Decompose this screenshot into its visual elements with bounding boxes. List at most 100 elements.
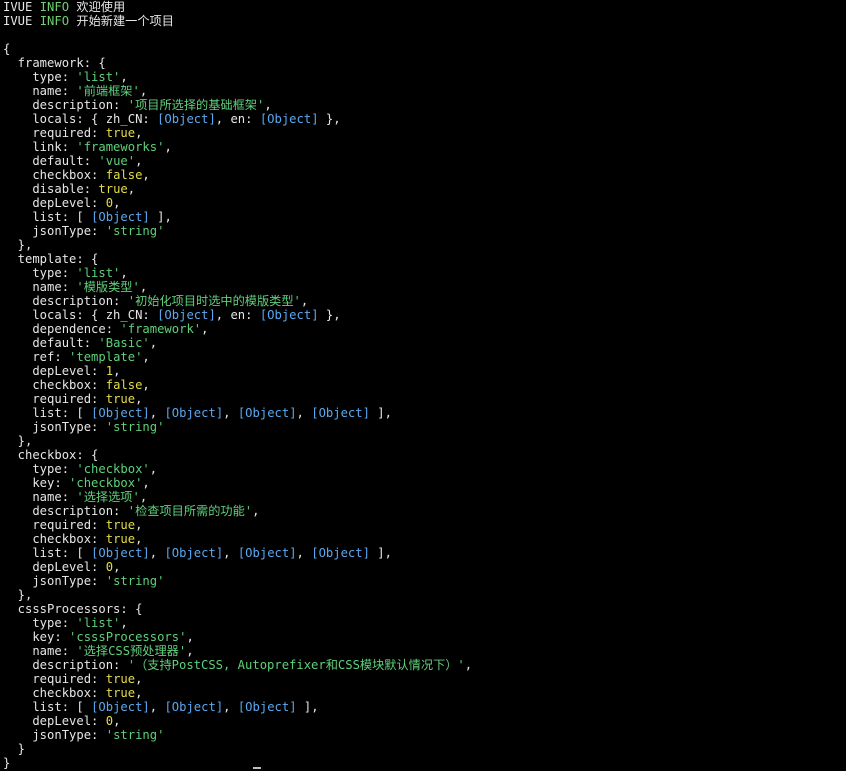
terminal-token: ,: [464, 658, 473, 672]
terminal-token: true: [105, 532, 136, 546]
terminal-token: [Object]: [164, 406, 224, 420]
terminal-token: ,: [142, 378, 150, 392]
terminal-token: [Object]: [237, 546, 297, 560]
terminal-token: ,: [300, 294, 309, 308]
terminal-token: '选择CSS预处理器': [76, 644, 187, 658]
terminal-token: description:: [3, 98, 128, 112]
terminal-line: disable: true,: [3, 182, 846, 196]
terminal-line: key: 'checkbox',: [3, 476, 846, 490]
terminal-token: list: [: [3, 546, 92, 560]
terminal-token: checkbox:: [3, 532, 106, 546]
terminal-line: checkbox: false,: [3, 168, 846, 182]
terminal-token: false: [105, 378, 143, 392]
terminal-line: depLevel: 0,: [3, 714, 846, 728]
terminal-token: true: [105, 126, 136, 140]
terminal-token: locals: { zh_CN:: [3, 308, 158, 322]
terminal-token: true: [98, 182, 128, 196]
terminal-token: 'csssProcessors': [69, 630, 187, 644]
terminal-token: }: [3, 756, 11, 770]
terminal-token: ,: [223, 406, 238, 420]
terminal-token: 'Basic': [98, 336, 150, 350]
terminal-line: name: '选择选项',: [3, 490, 846, 504]
terminal-token: 'list': [76, 70, 121, 84]
terminal-line: }: [3, 742, 846, 756]
terminal-token: description:: [3, 294, 128, 308]
terminal-output[interactable]: IVUE INFO 欢迎使用 IVUE INFO 开始新建一个项目 { frame…: [3, 0, 846, 771]
terminal-token: ,: [142, 476, 150, 490]
terminal-line: required: true,: [3, 518, 846, 532]
terminal-line: template: {: [3, 252, 846, 266]
terminal-line: locals: { zh_CN: [Object], en: [Object] …: [3, 308, 846, 322]
terminal-token: checkbox:: [3, 168, 106, 182]
terminal-line: list: [ [Object], [Object], [Object], [O…: [3, 406, 846, 420]
terminal-line: name: '选择CSS预处理器',: [3, 644, 846, 658]
terminal-token: ,: [127, 182, 136, 196]
terminal-token: key:: [3, 476, 70, 490]
terminal-token: [Object]: [311, 406, 370, 420]
terminal-token: name:: [3, 644, 77, 658]
terminal-line: name: '模版类型',: [3, 280, 846, 294]
terminal-token: ],: [296, 700, 319, 714]
terminal-line: jsonType: 'string': [3, 224, 846, 238]
terminal-line: description: '项目所选择的基础框架',: [3, 98, 846, 112]
terminal-token: 'checkbox': [69, 476, 143, 490]
terminal-line: key: 'csssProcessors',: [3, 630, 846, 644]
terminal-token: [Object]: [157, 308, 216, 322]
terminal-token: [Object]: [157, 112, 216, 126]
terminal-token: 0: [105, 560, 114, 574]
terminal-token: ,: [142, 168, 150, 182]
terminal-token: ,: [139, 490, 148, 504]
terminal-token: key:: [3, 630, 70, 644]
terminal-token: [Object]: [259, 308, 319, 322]
terminal-line: type: 'checkbox',: [3, 462, 846, 476]
terminal-token: checkbox:: [3, 378, 106, 392]
terminal-token: '（支持PostCSS, Autoprefixer和CSS模块默认情况下）': [127, 658, 465, 672]
text-cursor: [253, 767, 261, 769]
terminal-token: depLevel:: [3, 560, 106, 574]
terminal-token: [Object]: [164, 546, 224, 560]
terminal-token: description:: [3, 504, 128, 518]
terminal-token: '项目所选择的基础框架': [127, 98, 265, 112]
terminal-token: ,: [120, 70, 128, 84]
terminal-line: jsonType: 'string': [3, 420, 846, 434]
terminal-line: },: [3, 434, 846, 448]
terminal-token: IVUE: [3, 14, 40, 28]
terminal-token: 'frameworks': [76, 140, 165, 154]
terminal-token: default:: [3, 336, 99, 350]
terminal-token: 'string': [105, 574, 165, 588]
terminal-token: ,: [201, 322, 209, 336]
terminal-token: ,: [135, 392, 143, 406]
terminal-token: type:: [3, 616, 77, 630]
terminal-line: list: [ [Object], [Object], [Object] ],: [3, 700, 846, 714]
terminal-token: required:: [3, 392, 106, 406]
terminal-token: true: [105, 686, 136, 700]
terminal-token: jsonType:: [3, 224, 106, 238]
terminal-token: ,: [135, 518, 143, 532]
terminal-token: ,: [223, 546, 238, 560]
terminal-token: jsonType:: [3, 574, 106, 588]
terminal-token: [Object]: [91, 210, 150, 224]
terminal-token: ,: [139, 280, 148, 294]
terminal-token: [Object]: [311, 546, 370, 560]
terminal-line: csssProcessors: {: [3, 602, 846, 616]
terminal-token: ,: [149, 462, 158, 476]
terminal-token: '选择选项': [76, 490, 140, 504]
terminal-line: depLevel: 0,: [3, 560, 846, 574]
terminal-token: ,: [139, 84, 148, 98]
terminal-token: 0: [105, 714, 114, 728]
terminal-token: true: [105, 672, 136, 686]
terminal-token: ,: [296, 406, 312, 420]
terminal-line: checkbox: true,: [3, 686, 846, 700]
terminal-token: list: [: [3, 210, 92, 224]
terminal-token: , en:: [215, 112, 260, 126]
terminal-token: ,: [135, 532, 143, 546]
terminal-token: ,: [252, 504, 260, 518]
terminal-line: description: '初始化项目时选中的模版类型',: [3, 294, 846, 308]
terminal-token: depLevel:: [3, 364, 106, 378]
terminal-token: ref:: [3, 350, 70, 364]
terminal-line: },: [3, 238, 846, 252]
terminal-token: },: [3, 588, 33, 602]
terminal-line: checkbox: false,: [3, 378, 846, 392]
terminal-token: ,: [149, 700, 165, 714]
terminal-token: ,: [113, 364, 121, 378]
